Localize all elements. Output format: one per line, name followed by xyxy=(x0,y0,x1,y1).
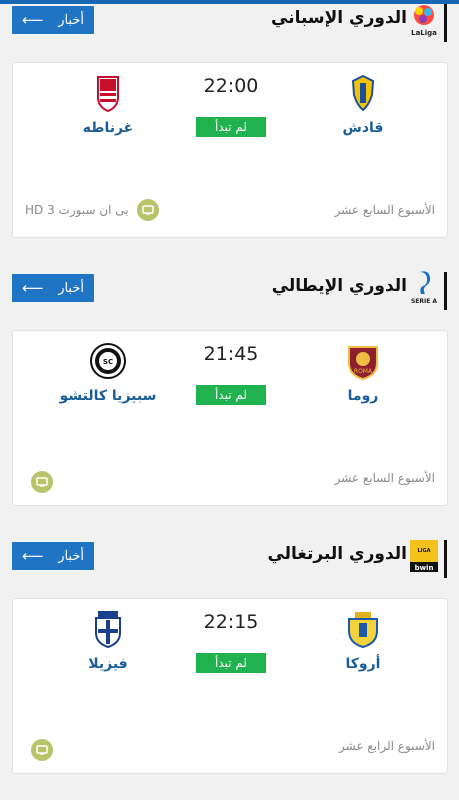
away-team-name: فيزيلا xyxy=(88,656,128,672)
cadiz-crest-icon xyxy=(351,74,375,112)
league-name: الدوري الإيطالي xyxy=(271,276,407,296)
roma-crest-icon: ROMA xyxy=(348,346,378,381)
serie-a-logo-icon: SERIE A xyxy=(411,271,437,305)
arrow-left-icon: ⟵ xyxy=(22,547,44,565)
match-status-badge: لم تبدأ xyxy=(196,385,266,405)
news-button-label: أخبار xyxy=(58,280,84,296)
league-header-bar xyxy=(444,540,447,578)
match-status-badge: لم تبدأ xyxy=(196,653,266,673)
svg-text:LIGA: LIGA xyxy=(417,548,430,554)
home-team-name: قادش xyxy=(342,120,384,136)
liga-portugal-logo-icon: bwin LIGA xyxy=(410,540,438,572)
match-status-badge: لم تبدأ xyxy=(196,117,266,137)
match-card[interactable]: ROMA SC 21:45 لم تبدأ روما سبيزيا كالتشو… xyxy=(12,330,448,506)
spezia-crest-icon: SC xyxy=(90,343,126,379)
svg-text:bwin: bwin xyxy=(415,564,434,572)
tv-channel: بى ان سبورت 3 HD xyxy=(25,203,129,217)
league-name: الدوري الإسباني xyxy=(271,8,407,28)
league-header: LaLiga الدوري الإسباني ⟵ أخبار xyxy=(0,0,459,44)
arouca-crest-icon xyxy=(348,612,378,649)
home-team-name: أروكا xyxy=(345,656,381,672)
match-time: 22:00 xyxy=(203,75,259,97)
tv-icon xyxy=(31,471,53,493)
granada-crest-icon xyxy=(97,76,119,113)
arrow-left-icon: ⟵ xyxy=(22,279,44,297)
svg-text:ROMA: ROMA xyxy=(354,368,373,375)
home-team-name: روما xyxy=(347,388,379,404)
league-header-bar xyxy=(444,272,447,310)
league-header-bar xyxy=(444,4,447,42)
match-card[interactable]: 22:15 لم تبدأ أروكا فيزيلا الأسبوع الراب… xyxy=(12,598,448,774)
tv-icon xyxy=(31,739,53,761)
svg-text:LaLiga: LaLiga xyxy=(411,29,437,37)
match-round: الأسبوع السابع عشر xyxy=(334,203,435,217)
away-team-name: سبيزيا كالتشو xyxy=(59,388,157,404)
news-button-label: أخبار xyxy=(58,548,84,564)
league-header: bwin LIGA الدوري البرتغالي ⟵ أخبار xyxy=(0,536,459,580)
news-button[interactable]: ⟵ أخبار xyxy=(12,6,94,34)
match-round: الأسبوع السابع عشر xyxy=(334,471,435,485)
arrow-left-icon: ⟵ xyxy=(22,11,44,29)
match-round: الأسبوع الرابع عشر xyxy=(339,739,435,753)
match-time: 21:45 xyxy=(203,343,259,365)
news-button[interactable]: ⟵ أخبار xyxy=(12,274,94,302)
laliga-logo-icon: LaLiga xyxy=(411,5,437,37)
tv-icon xyxy=(137,199,159,221)
match-time: 22:15 xyxy=(203,611,259,633)
news-button-label: أخبار xyxy=(58,12,84,28)
svg-text:SERIE A: SERIE A xyxy=(411,298,437,305)
news-button[interactable]: ⟵ أخبار xyxy=(12,542,94,570)
match-card[interactable]: 22:00 لم تبدأ قادش غرناطه الأسبوع السابع… xyxy=(12,62,448,238)
away-team-name: غرناطه xyxy=(82,120,134,136)
league-header: SERIE A الدوري الإيطالي ⟵ أخبار xyxy=(0,268,459,312)
vizela-crest-icon xyxy=(95,611,121,649)
league-name: الدوري البرتغالي xyxy=(267,544,407,564)
svg-text:SC: SC xyxy=(103,358,113,366)
